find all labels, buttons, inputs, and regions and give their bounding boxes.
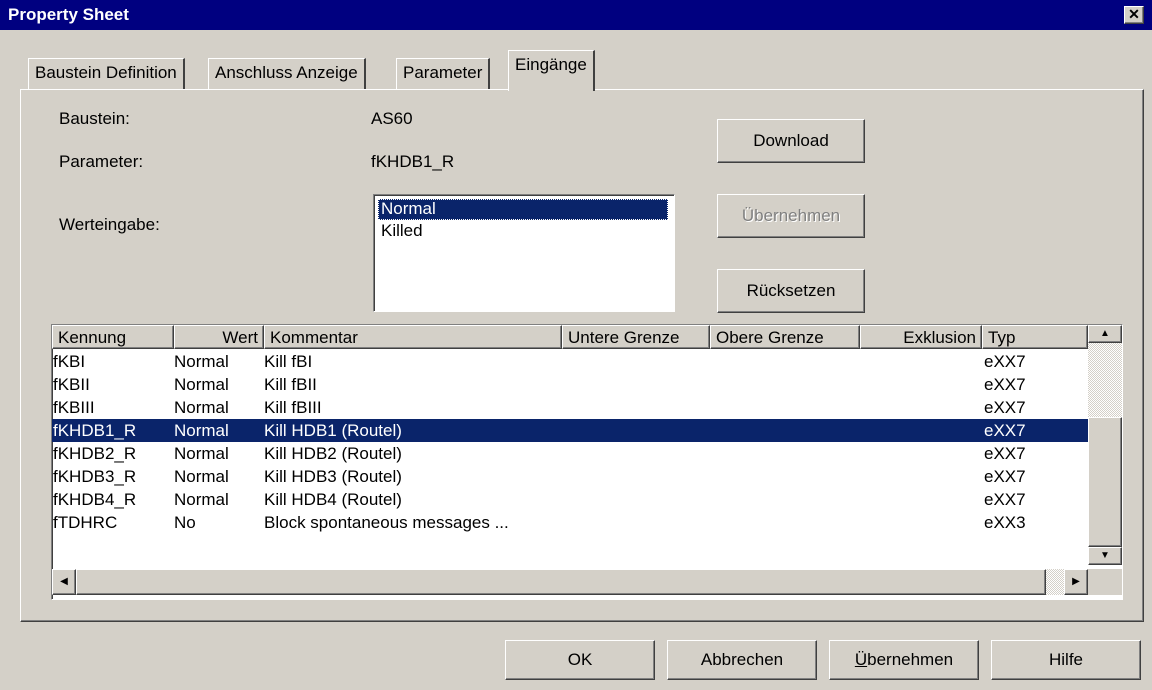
scroll-right-icon[interactable]: ▶ — [1064, 569, 1088, 595]
cell-kommentar: Kill HDB2 (Routel) — [264, 444, 402, 463]
tab-baustein-definition[interactable]: Baustein Definition — [28, 58, 185, 90]
cell-kennung: fKBI — [53, 352, 86, 371]
apply-button[interactable]: Übernehmen — [829, 640, 979, 680]
scroll-corner — [1088, 569, 1122, 595]
column-header-untere-grenze[interactable]: Untere Grenze — [562, 325, 710, 349]
scroll-up-icon[interactable]: ▲ — [1088, 325, 1122, 343]
cell-wert: Normal — [174, 352, 229, 371]
cell-wert: Normal — [174, 444, 229, 463]
tab-panel: Baustein: AS60 Parameter: fKHDB1_R Werte… — [20, 89, 1144, 622]
cell-typ: eXX7 — [984, 421, 1026, 440]
column-header-kommentar[interactable]: Kommentar — [264, 325, 562, 349]
cell-wert: Normal — [174, 421, 229, 440]
tab-parameter[interactable]: Parameter — [396, 58, 491, 90]
horizontal-scroll-track[interactable] — [1046, 569, 1064, 595]
cell-typ: eXX7 — [984, 375, 1026, 394]
cell-kommentar: Kill fBI — [264, 352, 313, 371]
cell-wert: No — [174, 513, 196, 532]
tab-label: Baustein Definition — [35, 63, 177, 82]
scroll-down-icon[interactable]: ▼ — [1088, 547, 1122, 565]
list-item[interactable]: Killed — [378, 221, 426, 242]
parameter-value: fKHDB1_R — [371, 152, 455, 171]
column-header-typ[interactable]: Typ — [982, 325, 1088, 349]
cell-typ: eXX7 — [984, 352, 1026, 371]
close-icon[interactable]: ✕ — [1124, 6, 1144, 24]
button-label: Übernehmen — [741, 206, 841, 225]
table-row[interactable]: fKHDB2_R Normal Kill HDB2 (Routel) eXX7 — [52, 442, 1088, 465]
cell-kommentar: Kill HDB1 (Routel) — [264, 421, 402, 440]
baustein-label: Baustein: — [59, 109, 130, 128]
tab-eingaenge[interactable]: Eingänge — [508, 50, 595, 91]
parameter-label: Parameter: — [59, 152, 144, 171]
download-button[interactable]: Download — [717, 119, 865, 163]
cell-kennung: fTDHRC — [53, 513, 118, 532]
cell-kommentar: Kill fBIII — [264, 398, 322, 417]
list-item[interactable]: Normal — [378, 199, 668, 220]
window-title: Property Sheet — [8, 5, 129, 24]
column-header-obere-grenze[interactable]: Obere Grenze — [710, 325, 860, 349]
scroll-left-icon[interactable]: ◀ — [52, 569, 76, 595]
tab-anschluss-anzeige[interactable]: Anschluss Anzeige — [208, 58, 366, 90]
inputs-table[interactable]: Kennung Wert Kommentar Untere Grenze Obe… — [51, 324, 1123, 600]
tab-label: Parameter — [403, 63, 483, 82]
tab-label: Eingänge — [515, 55, 587, 74]
cell-typ: eXX7 — [984, 398, 1026, 417]
cell-kennung: fKBIII — [53, 398, 95, 417]
table-row-selected[interactable]: fKHDB1_R Normal Kill HDB1 (Routel) eXX7 — [52, 419, 1088, 442]
cell-kommentar: Kill HDB4 (Routel) — [264, 490, 402, 509]
cell-kennung: fKBII — [53, 375, 90, 394]
cell-wert: Normal — [174, 490, 229, 509]
apply-mnemonic: Ü — [854, 650, 868, 669]
cell-typ: eXX7 — [984, 490, 1026, 509]
cell-typ: eXX7 — [984, 467, 1026, 486]
cell-kennung: fKHDB1_R — [53, 421, 137, 440]
apply-label: bernehmen — [867, 650, 954, 669]
table-row[interactable]: fKBIII Normal Kill fBIII eXX7 — [52, 396, 1088, 419]
horizontal-scroll-thumb[interactable] — [76, 569, 1046, 595]
ubernehmen-disabled-button: Übernehmen — [717, 194, 865, 238]
baustein-value: AS60 — [371, 109, 413, 128]
table-row[interactable]: fTDHRC No Block spontaneous messages ...… — [52, 511, 1088, 534]
table-viewport: Kennung Wert Kommentar Untere Grenze Obe… — [52, 325, 1088, 597]
column-header-kennung[interactable]: Kennung — [52, 325, 174, 349]
vertical-scroll-thumb[interactable] — [1088, 417, 1122, 547]
werteingabe-listbox[interactable]: Normal Killed — [373, 194, 675, 312]
ruecksetzen-button[interactable]: Rücksetzen — [717, 269, 865, 313]
column-header-wert[interactable]: Wert — [174, 325, 264, 349]
cell-kommentar: Kill fBII — [264, 375, 317, 394]
cell-kennung: fKHDB4_R — [53, 490, 137, 509]
title-bar: Property Sheet ✕ — [0, 0, 1152, 30]
help-button[interactable]: Hilfe — [991, 640, 1141, 680]
cell-kommentar: Block spontaneous messages ... — [264, 513, 509, 532]
tab-label: Anschluss Anzeige — [215, 63, 358, 82]
table-row[interactable]: fKHDB3_R Normal Kill HDB3 (Routel) eXX7 — [52, 465, 1088, 488]
cancel-button[interactable]: Abbrechen — [667, 640, 817, 680]
ok-button[interactable]: OK — [505, 640, 655, 680]
table-row[interactable]: fKBI Normal Kill fBI eXX7 — [52, 350, 1088, 373]
column-header-exklusion[interactable]: Exklusion — [860, 325, 982, 349]
cell-typ: eXX7 — [984, 444, 1026, 463]
table-row[interactable]: fKBII Normal Kill fBII eXX7 — [52, 373, 1088, 396]
cell-typ: eXX3 — [984, 513, 1026, 532]
cell-kommentar: Kill HDB3 (Routel) — [264, 467, 402, 486]
werteingabe-label: Werteingabe: — [59, 215, 160, 234]
table-row[interactable]: fKHDB4_R Normal Kill HDB4 (Routel) eXX7 — [52, 488, 1088, 511]
cell-kennung: fKHDB3_R — [53, 467, 137, 486]
cell-wert: Normal — [174, 467, 229, 486]
cell-wert: Normal — [174, 398, 229, 417]
cell-wert: Normal — [174, 375, 229, 394]
cell-kennung: fKHDB2_R — [53, 444, 137, 463]
